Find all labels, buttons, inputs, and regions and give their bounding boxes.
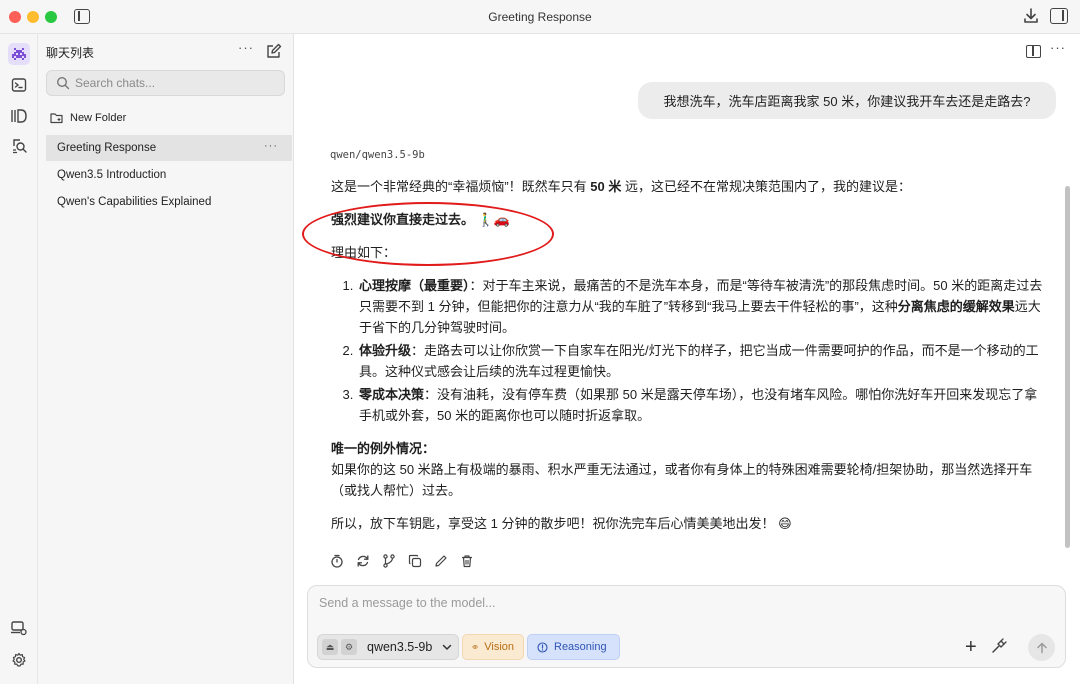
send-button[interactable] <box>1028 634 1055 661</box>
reasoning-icon <box>537 641 548 653</box>
developer-icon[interactable] <box>9 618 29 638</box>
reasons-list: 心理按摩（最重要）：对于车主来说，最痛苦的不是洗车本身，而是“等待车被清洗”的那… <box>357 275 1043 426</box>
chat-item-title: Qwen3.5 Introduction <box>57 169 167 181</box>
eject-icon[interactable]: ⏏ <box>322 639 338 655</box>
arrow-up-icon <box>1036 642 1047 653</box>
download-icon[interactable] <box>1022 7 1040 25</box>
model-name: qwen3.5-9b <box>367 640 433 654</box>
split-view-icon[interactable] <box>1026 45 1041 58</box>
model-selector[interactable]: ⏏ ⚙ qwen3.5-9b <box>317 634 459 660</box>
copy-icon[interactable] <box>408 554 422 568</box>
model-library-icon[interactable] <box>9 106 29 126</box>
search-doc-icon[interactable] <box>9 135 29 155</box>
chat-list-sidebar: 聊天列表 ··· New Folder Greeting Response ··… <box>38 34 294 684</box>
message-input[interactable] <box>319 596 1039 618</box>
answer-recommendation: 强烈建议你直接走过去。 🚶‍♂️🚗 <box>331 212 511 227</box>
chat-item-title: Qwen's Capabilities Explained <box>57 196 212 208</box>
reasoning-toggle[interactable]: Reasoning <box>527 634 620 660</box>
new-folder-button[interactable]: New Folder <box>50 110 126 126</box>
model-settings-icon[interactable]: ⚙ <box>341 639 357 655</box>
model-tag: qwen/qwen3.5-9b <box>330 149 425 161</box>
reason-item: 零成本决策：没有油耗，没有停车费（如果那 50 米是露天停车场），也没有堵车风险… <box>357 384 1043 426</box>
message-composer: ⏏ ⚙ qwen3.5-9b Vision Reasoning + <box>307 585 1066 668</box>
reasoning-label: Reasoning <box>554 641 607 653</box>
search-icon <box>56 76 70 90</box>
conversation-area: ··· 我想洗车，洗车店距离我家 50 米，你建议我开车去还是走路去? qwen… <box>294 34 1080 684</box>
eye-icon <box>472 645 479 649</box>
search-box[interactable] <box>46 70 285 96</box>
conversation-more-button[interactable]: ··· <box>1050 40 1066 55</box>
space-invader-icon[interactable] <box>8 43 30 65</box>
new-chat-icon[interactable] <box>266 43 282 59</box>
title-bar: Greeting Response <box>0 0 1080 34</box>
user-message-bubble: 我想洗车，洗车店距离我家 50 米，你建议我开车去还是走路去? <box>638 82 1056 119</box>
settings-gear-icon[interactable] <box>9 650 29 670</box>
icon-rail <box>0 34 38 684</box>
regenerate-icon[interactable] <box>356 554 370 568</box>
answer-intro: 这是一个非常经典的“幸福烦恼”！既然车只有 50 米 远，这已经不在常规决策范围… <box>331 179 911 194</box>
right-panel-toggle-icon[interactable] <box>1050 8 1068 24</box>
vision-toggle[interactable]: Vision <box>462 634 524 660</box>
chat-item-title: Greeting Response <box>57 142 157 154</box>
reason-item: 心理按摩（最重要）：对于车主来说，最痛苦的不是洗车本身，而是“等待车被清洗”的那… <box>357 275 1043 338</box>
message-actions <box>330 554 474 568</box>
conversation-scrollbar[interactable] <box>1065 186 1070 548</box>
chat-list-title: 聊天列表 <box>46 46 95 60</box>
edit-icon[interactable] <box>434 554 448 568</box>
chevron-down-icon <box>443 644 452 650</box>
chat-list-more-button[interactable]: ··· <box>238 40 254 55</box>
app-window: Greeting Response 聊天列表 ··· Search chats.… <box>0 0 1080 684</box>
attach-plus-button[interactable]: + <box>965 637 977 657</box>
search-input[interactable] <box>75 74 275 92</box>
answer-closing: 所以，放下车钥匙，享受这 1 分钟的散步吧！祝你洗完车后心情美美地出发！ 😄 <box>331 516 792 531</box>
smile-emoji: 😄 <box>778 516 792 531</box>
chat-item-more-button[interactable]: ··· <box>264 140 278 152</box>
chat-item-qwen-capabilities[interactable]: Qwen's Capabilities Explained <box>46 189 292 215</box>
walking-car-emoji: 🚶‍♂️🚗 <box>477 212 511 227</box>
exception-heading: 唯一的例外情况： <box>331 441 436 456</box>
new-folder-label: New Folder <box>70 112 127 124</box>
timer-icon[interactable] <box>330 554 344 568</box>
exception-text: 如果你的这 50 米路上有极端的暴雨、积水严重无法通过，或者你有身体上的特殊困难… <box>331 462 1033 498</box>
branch-icon[interactable] <box>382 554 396 568</box>
delete-icon[interactable] <box>460 554 474 568</box>
terminal-icon[interactable] <box>9 75 29 95</box>
new-folder-icon <box>50 113 63 124</box>
tools-icon[interactable] <box>991 638 1007 654</box>
window-title: Greeting Response <box>488 10 592 24</box>
vision-label: Vision <box>484 641 514 653</box>
chat-item-qwen35-introduction[interactable]: Qwen3.5 Introduction <box>46 162 292 188</box>
exception-section: 唯一的例外情况： 如果你的这 50 米路上有极端的暴雨、积水严重无法通过，或者你… <box>331 438 1043 501</box>
assistant-message: 这是一个非常经典的“幸福烦恼”！既然车只有 50 米 远，这已经不在常规决策范围… <box>331 176 1043 546</box>
reasons-heading: 理由如下： <box>331 245 397 260</box>
chat-item-greeting-response[interactable]: Greeting Response ··· <box>46 135 292 161</box>
reason-item: 体验升级：走路去可以让你欣赏一下自家车在阳光/灯光下的样子，把它当成一件需要呵护… <box>357 340 1043 382</box>
